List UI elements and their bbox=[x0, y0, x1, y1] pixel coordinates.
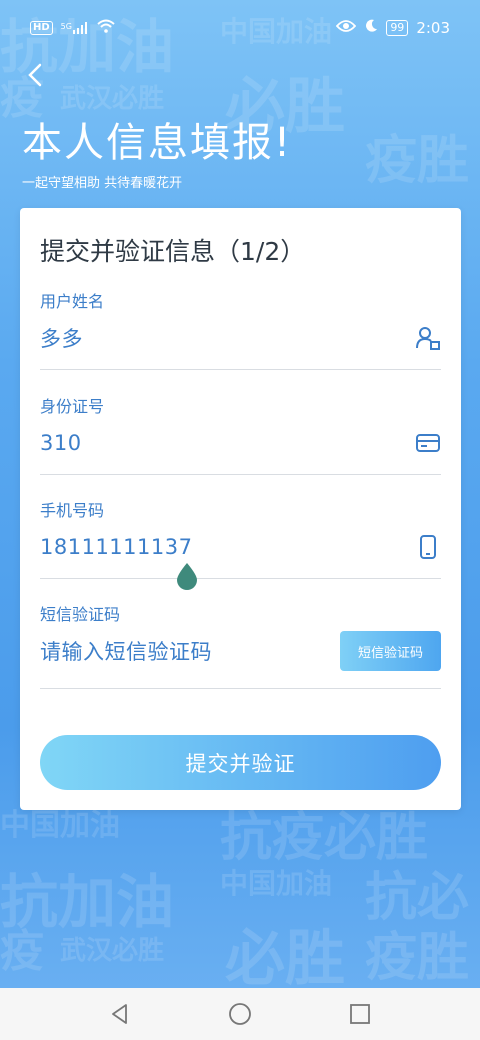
sms-code-input[interactable]: 请输入短信验证码 bbox=[40, 636, 212, 666]
sms-code-row: 请输入短信验证码 短信验证码 bbox=[40, 631, 441, 671]
circle-home-icon bbox=[229, 1003, 251, 1025]
phone-field: 手机号码 18111111137 bbox=[40, 497, 441, 579]
nav-recents-button[interactable] bbox=[340, 994, 380, 1034]
battery-indicator: 99 bbox=[386, 20, 409, 36]
sms-code-underline bbox=[40, 688, 441, 689]
id-number-label: 身份证号 bbox=[40, 397, 105, 416]
phone-input[interactable]: 18111111137 bbox=[40, 535, 192, 559]
system-nav-bar bbox=[0, 988, 480, 1040]
bg-slogan: 中国加油 bbox=[220, 867, 333, 900]
bg-slogan: 疫 bbox=[0, 926, 44, 977]
nav-back-button[interactable] bbox=[100, 994, 140, 1034]
signal-icon: 5G bbox=[61, 22, 89, 34]
clock: 2:03 bbox=[416, 19, 450, 37]
id-number-input[interactable]: 310 bbox=[40, 431, 82, 455]
form-title: 提交并验证信息（1/2） bbox=[40, 237, 306, 266]
eye-icon bbox=[336, 19, 357, 37]
back-button[interactable] bbox=[20, 60, 50, 90]
get-sms-code-button[interactable]: 短信验证码 bbox=[340, 631, 441, 671]
name-row: 多多 bbox=[40, 318, 441, 358]
name-label: 用户姓名 bbox=[40, 292, 105, 311]
wifi-icon bbox=[97, 19, 115, 37]
bg-slogan: 武汉必胜 bbox=[60, 936, 165, 966]
status-left: HD 5G bbox=[30, 19, 115, 37]
chevron-left-icon bbox=[28, 63, 42, 87]
moon-icon bbox=[364, 19, 378, 37]
network-type: 5G bbox=[60, 22, 72, 31]
page-subtitle: 一起守望相助 共待春暖花开 bbox=[22, 176, 183, 191]
status-right: 99 2:03 bbox=[336, 19, 450, 37]
sms-code-field: 短信验证码 请输入短信验证码 短信验证码 bbox=[40, 601, 441, 689]
phone-row: 18111111137 bbox=[40, 527, 441, 567]
form-card: 提交并验证信息（1/2） 用户姓名 多多 身份证号 310 手机号码 18111… bbox=[20, 208, 461, 810]
id-number-row: 310 bbox=[40, 423, 441, 463]
name-field: 用户姓名 多多 bbox=[40, 288, 441, 370]
triangle-back-icon bbox=[112, 1004, 127, 1024]
bg-slogan: 疫胜 bbox=[365, 927, 470, 988]
status-bar: HD 5G 99 2:03 bbox=[0, 0, 480, 56]
phone-icon bbox=[415, 534, 441, 560]
id-card-icon bbox=[415, 430, 441, 456]
name-input[interactable]: 多多 bbox=[40, 323, 83, 353]
phone-label: 手机号码 bbox=[40, 501, 105, 520]
text-cursor-handle[interactable] bbox=[172, 561, 202, 591]
page-title: 本人信息填报! bbox=[22, 120, 293, 166]
bg-slogan: 抗加油 bbox=[0, 868, 175, 936]
bg-slogan: 抗必 bbox=[365, 867, 470, 928]
sms-code-label: 短信验证码 bbox=[40, 605, 121, 624]
bg-slogan: 必胜 bbox=[225, 924, 345, 990]
square-recents-icon bbox=[350, 1004, 370, 1024]
name-underline bbox=[40, 369, 441, 370]
id-number-field: 身份证号 310 bbox=[40, 393, 441, 475]
user-icon bbox=[415, 325, 441, 351]
bg-slogan: 疫胜 bbox=[365, 130, 470, 191]
id-number-underline bbox=[40, 474, 441, 475]
hd-badge: HD bbox=[30, 21, 53, 35]
phone-underline bbox=[40, 578, 441, 579]
nav-home-button[interactable] bbox=[220, 994, 260, 1034]
submit-button[interactable]: 提交并验证 bbox=[40, 735, 441, 790]
